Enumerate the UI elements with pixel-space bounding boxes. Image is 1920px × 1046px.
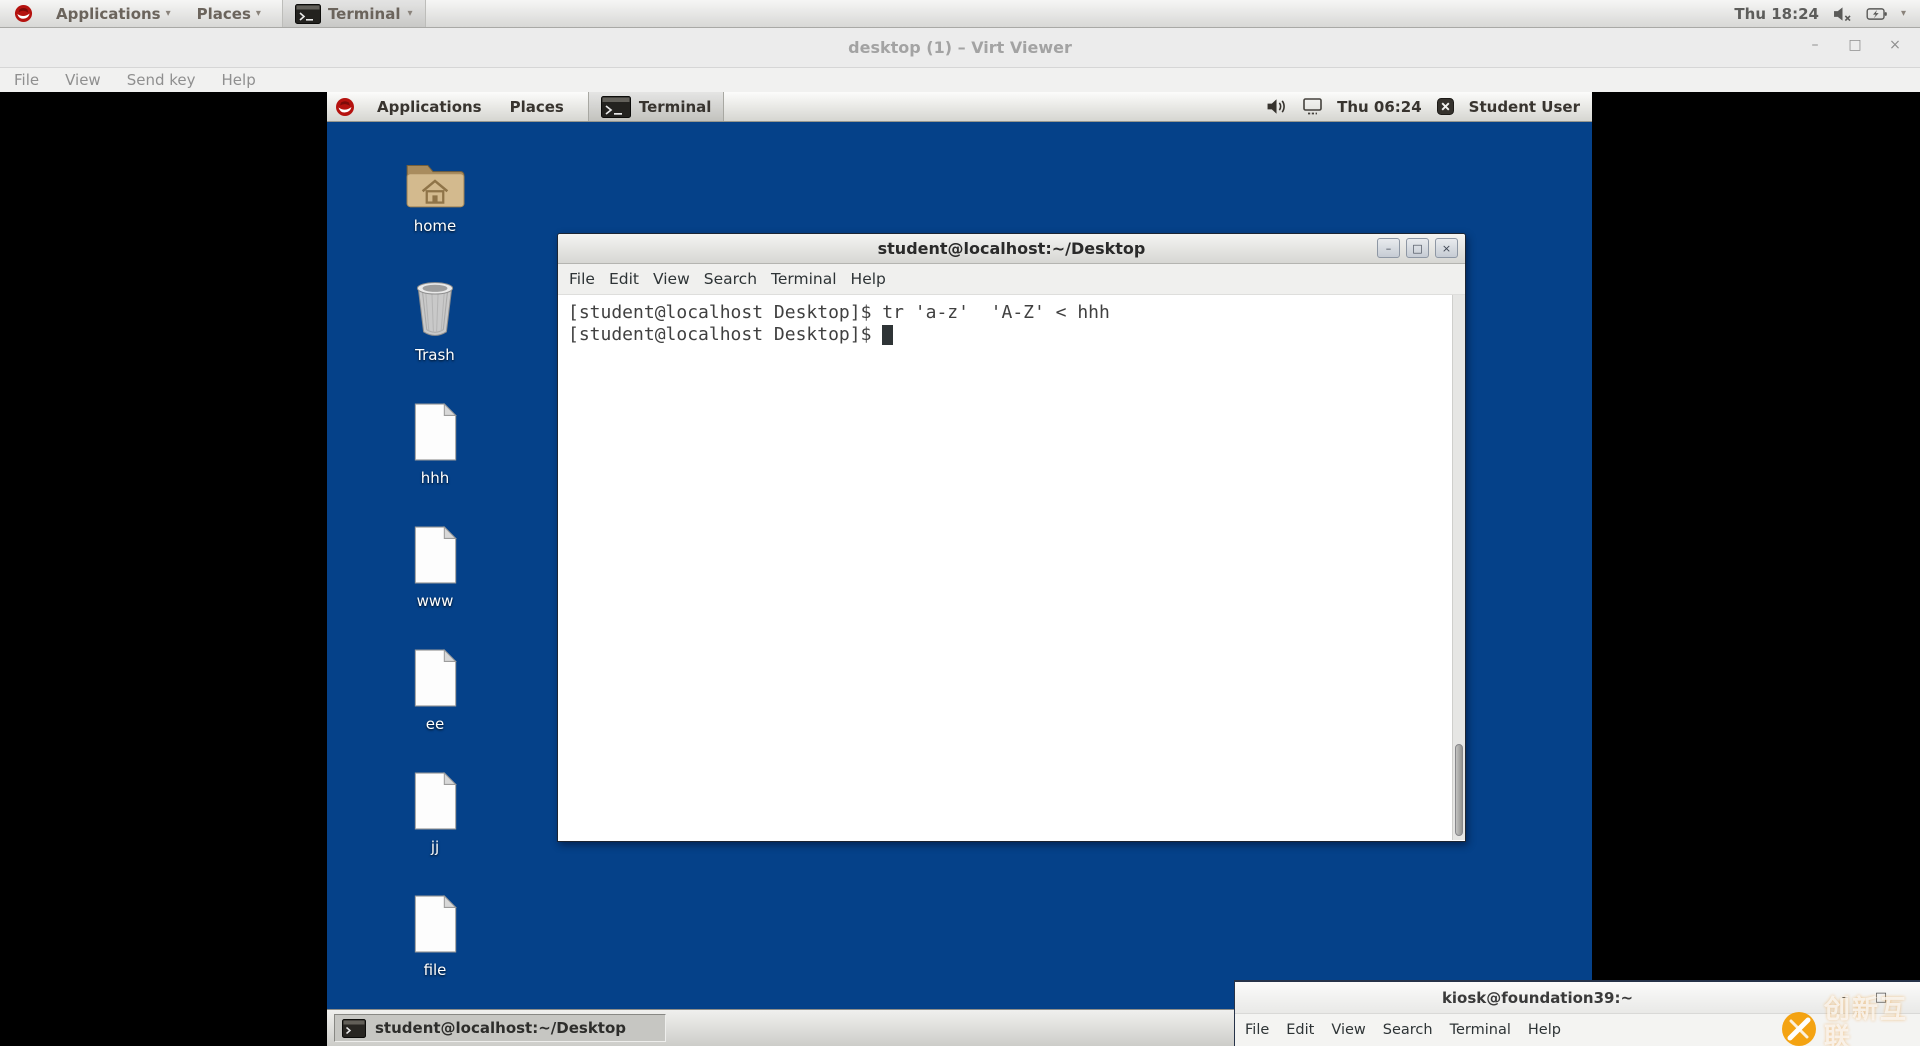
watermark-text: 创新互联	[1824, 996, 1920, 1046]
user-status-icon	[1437, 98, 1454, 115]
taskbar-task-terminal[interactable]: student@localhost:~/Desktop	[334, 1014, 666, 1042]
desktop-icon-home[interactable]: home	[373, 156, 497, 235]
menu-search[interactable]: Search	[1383, 1022, 1433, 1038]
terminal-output[interactable]: [student@localhost Desktop]$ tr 'a-z' 'A…	[558, 295, 1465, 840]
session-menu-caret-icon[interactable]: ▾	[1901, 8, 1906, 19]
battery-icon[interactable]	[1866, 7, 1888, 21]
terminal-icon	[601, 96, 631, 118]
chevron-down-icon: ▾	[256, 8, 261, 19]
vm-active-app-terminal[interactable]: Terminal	[588, 92, 725, 121]
redhat-logo-icon	[14, 4, 33, 23]
kiosk-title: kiosk@foundation39:~	[1235, 989, 1840, 1007]
document-icon	[410, 771, 460, 831]
menu-search[interactable]: Search	[704, 270, 757, 288]
menu-terminal[interactable]: Terminal	[1450, 1022, 1511, 1038]
desktop-icon-trash[interactable]: Trash	[373, 279, 497, 364]
menu-view[interactable]: View	[65, 71, 101, 89]
host-top-panel: Applications ▾ Places ▾ Terminal ▾ Thu 1…	[0, 0, 1920, 28]
desktop-icon-label: home	[373, 217, 497, 235]
chevron-down-icon: ▾	[166, 8, 171, 19]
terminal-cursor	[882, 325, 893, 345]
virt-viewer-titlebar[interactable]: desktop (1) – Virt Viewer – □ ×	[0, 28, 1920, 68]
desktop-icon-label: hhh	[373, 469, 497, 487]
document-icon	[410, 894, 460, 954]
virt-viewer-content: Applications Places Terminal	[0, 92, 1920, 1046]
desktop-icon-label: www	[373, 592, 497, 610]
virt-viewer-menubar: File View Send key Help	[0, 68, 1920, 92]
watermark-logo-icon	[1781, 1011, 1817, 1046]
home-folder-icon	[402, 156, 468, 210]
desktop-icon-jj[interactable]: jj	[373, 771, 497, 856]
document-icon	[410, 525, 460, 585]
desktop-icon-label: jj	[373, 838, 497, 856]
desktop-icon-file[interactable]: file	[373, 894, 497, 979]
vm-menu-places[interactable]: Places	[496, 92, 578, 121]
menu-file[interactable]: File	[569, 270, 595, 288]
scrollbar-thumb[interactable]	[1455, 744, 1463, 836]
vm-user-menu[interactable]: Student User	[1469, 98, 1580, 116]
menu-help[interactable]: Help	[1528, 1022, 1561, 1038]
document-icon	[410, 402, 460, 462]
desktop-icon-ee[interactable]: ee	[373, 648, 497, 733]
speaker-icon[interactable]	[1266, 98, 1288, 115]
vm-screen: Applications Places Terminal	[327, 92, 1592, 1046]
terminal-menubar: File Edit View Search Terminal Help	[558, 264, 1465, 295]
menu-help[interactable]: Help	[222, 71, 256, 89]
vm-menu-applications[interactable]: Applications	[363, 92, 496, 121]
desktop-icon-label: ee	[373, 715, 497, 733]
redhat-logo-icon	[335, 97, 355, 117]
menu-file[interactable]: File	[14, 71, 39, 89]
vm-clock[interactable]: Thu 06:24	[1337, 98, 1422, 116]
menu-send-key[interactable]: Send key	[127, 71, 196, 89]
terminal-line: [student@localhost Desktop]$ tr 'a-z' 'A…	[568, 302, 1449, 324]
terminal-window: student@localhost:~/Desktop – □ × File E…	[557, 233, 1466, 842]
menu-edit[interactable]: Edit	[1286, 1022, 1314, 1038]
display-icon[interactable]	[1303, 98, 1322, 115]
menu-view[interactable]: View	[1331, 1022, 1365, 1038]
vm-top-panel: Applications Places Terminal	[327, 92, 1592, 122]
document-icon	[410, 648, 460, 708]
terminal-prompt: [student@localhost Desktop]$	[568, 324, 882, 346]
terminal-icon	[342, 1019, 366, 1038]
scrollbar-track[interactable]	[1452, 295, 1465, 840]
desktop-icon-label: Trash	[373, 346, 497, 364]
host-menu-applications[interactable]: Applications ▾	[43, 0, 184, 27]
volume-muted-icon[interactable]	[1832, 6, 1853, 22]
desktop-icon-label: file	[373, 961, 497, 979]
host-places-label: Places	[197, 5, 251, 23]
host-applications-label: Applications	[56, 5, 161, 23]
desktop-icon-www[interactable]: www	[373, 525, 497, 610]
menu-terminal[interactable]: Terminal	[771, 270, 837, 288]
trash-icon	[409, 279, 461, 339]
host-active-app-terminal[interactable]: Terminal ▾	[282, 0, 426, 27]
terminal-icon	[295, 4, 321, 24]
menu-file[interactable]: File	[1245, 1022, 1269, 1038]
close-button[interactable]: ×	[1435, 238, 1458, 258]
taskbar-task-label: student@localhost:~/Desktop	[375, 1019, 626, 1037]
screen: Applications ▾ Places ▾ Terminal ▾ Thu 1…	[0, 0, 1920, 1046]
menu-edit[interactable]: Edit	[609, 270, 639, 288]
terminal-title: student@localhost:~/Desktop	[558, 239, 1465, 258]
maximize-button[interactable]: □	[1406, 238, 1429, 258]
vm-desktop: home Trash	[327, 122, 1592, 1009]
host-menu-places[interactable]: Places ▾	[184, 0, 274, 27]
menu-view[interactable]: View	[653, 270, 690, 288]
vm-active-app-label: Terminal	[639, 98, 712, 116]
chevron-down-icon: ▾	[407, 8, 412, 19]
maximize-button[interactable]: □	[1846, 36, 1864, 54]
minimize-button[interactable]: –	[1377, 238, 1400, 258]
virt-viewer-title: desktop (1) – Virt Viewer	[0, 38, 1920, 57]
host-clock[interactable]: Thu 18:24	[1734, 5, 1819, 23]
close-button[interactable]: ×	[1886, 36, 1904, 54]
watermark: 创新互联	[1781, 996, 1920, 1046]
desktop-icon-hhh[interactable]: hhh	[373, 402, 497, 487]
minimize-button[interactable]: –	[1806, 36, 1824, 54]
menu-help[interactable]: Help	[851, 270, 886, 288]
terminal-titlebar[interactable]: student@localhost:~/Desktop – □ ×	[558, 234, 1465, 264]
host-active-app-label: Terminal	[328, 5, 401, 23]
